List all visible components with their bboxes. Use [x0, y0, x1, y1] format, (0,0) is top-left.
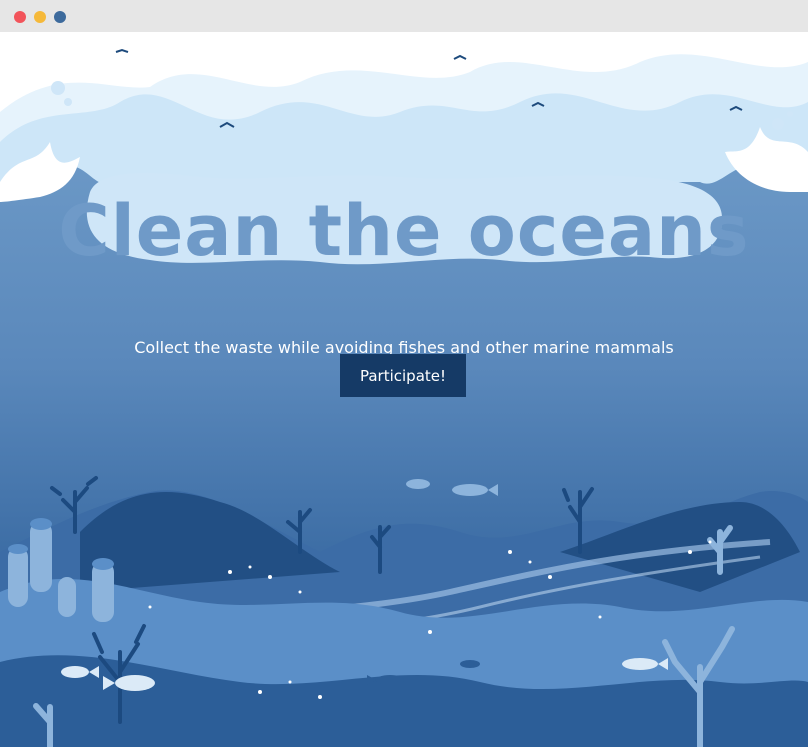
close-window-icon[interactable]: [14, 11, 26, 23]
window-titlebar: [0, 0, 808, 33]
maximize-window-icon[interactable]: [54, 11, 66, 23]
participate-button[interactable]: Participate!: [340, 354, 466, 397]
page-title: Clean the oceans: [58, 190, 750, 272]
minimize-window-icon[interactable]: [34, 11, 46, 23]
browser-window: Clean the oceans Collect the waste while…: [0, 0, 808, 747]
